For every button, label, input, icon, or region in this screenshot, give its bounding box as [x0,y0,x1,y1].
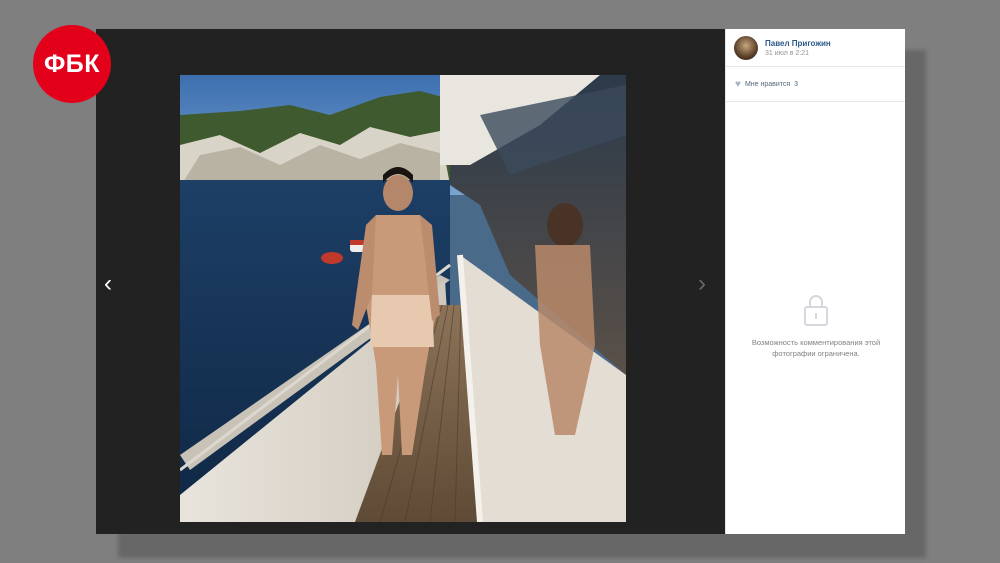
screenshot-stage: ФБК ‹ › Павел Пригожин 31 июл в 2:21 ♥ М… [0,0,1000,563]
author-name-link[interactable]: Павел Пригожин [765,39,831,48]
lock-icon [804,295,828,326]
chevron-left-icon: ‹ [104,270,112,297]
like-button[interactable]: ♥ Мне нравится 3 [726,67,905,102]
fbk-logo: ФБК [33,25,111,103]
avatar[interactable] [734,35,758,60]
photo-image [180,75,626,522]
like-label: Мне нравится [744,80,791,88]
next-photo-button[interactable]: › [692,269,712,299]
heart-icon: ♥ [735,78,741,90]
post-photo[interactable] [180,75,626,522]
post-date[interactable]: 31 июл в 2:21 [765,50,831,57]
post-sidebar: Павел Пригожин 31 июл в 2:21 ♥ Мне нрави… [725,29,905,534]
post-author: Павел Пригожин 31 июл в 2:21 [726,29,905,67]
chevron-right-icon: › [698,270,706,297]
like-count: 3 [794,80,799,88]
prev-photo-button[interactable]: ‹ [98,269,118,299]
comments-locked: Возможность комментирования этой фотогра… [726,293,906,359]
photo-viewer: ‹ › [96,29,725,534]
comments-locked-text: Возможность комментирования этой фотогра… [751,338,881,358]
author-info: Павел Пригожин 31 июл в 2:21 [765,39,831,57]
